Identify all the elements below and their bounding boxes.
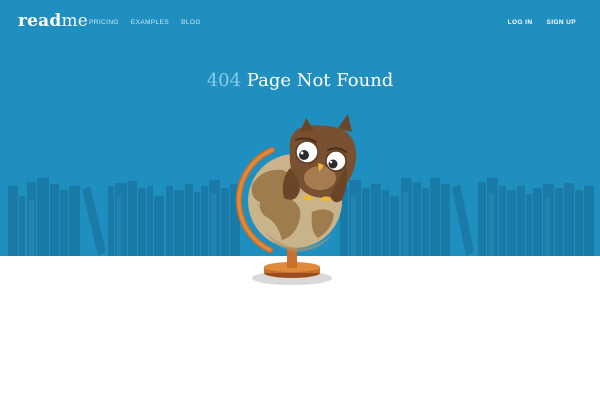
not-found-page: readme PRICING EXAMPLES BLOG LOG IN SIGN… (0, 0, 600, 400)
owl-icon (282, 114, 357, 203)
owl-globe-illustration (235, 114, 357, 285)
